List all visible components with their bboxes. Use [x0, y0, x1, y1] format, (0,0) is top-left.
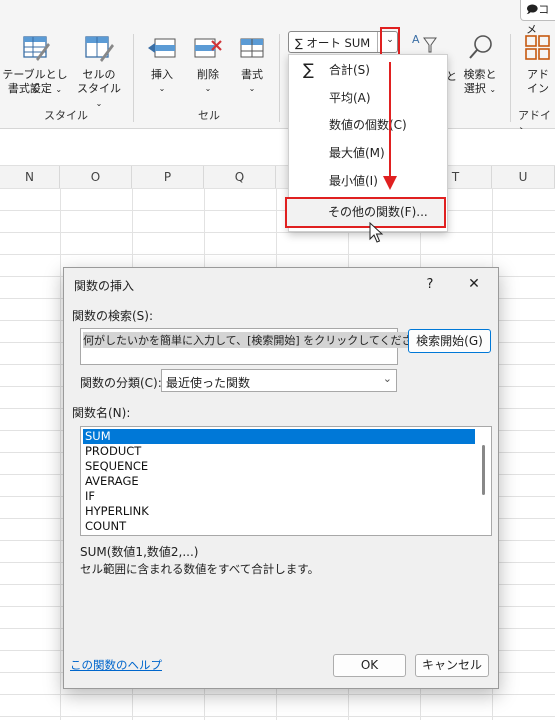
search-icon: [469, 35, 492, 59]
search-input-text: 何がしたいかを簡単に入力して、[検索開始] をクリックしてください。: [83, 332, 435, 348]
function-list[interactable]: SUM PRODUCT SEQUENCE AVERAGE IF HYPERLIN…: [80, 426, 492, 536]
column-header[interactable]: Q: [204, 166, 276, 188]
menu-item-count-numbers[interactable]: 数値の個数(C): [289, 112, 447, 138]
column-header[interactable]: U: [492, 166, 555, 188]
cell-styles-icon: [85, 36, 114, 62]
chevron-down-icon: ⌄: [55, 85, 63, 94]
cell-styles-label-2: スタイル: [77, 82, 121, 95]
menu-item-sum[interactable]: ∑ 合計(S): [289, 57, 447, 83]
insert-cells-icon: [148, 38, 176, 58]
delete-label: 削除: [197, 68, 219, 81]
chevron-down-icon: ⌄: [204, 84, 212, 93]
function-list-label: 関数名(N):: [72, 406, 131, 420]
column-header-row: N O P Q R S T U: [0, 166, 555, 189]
comment-icon: 🗩: [526, 3, 539, 16]
menu-item-min[interactable]: 最小値(I): [289, 168, 447, 194]
function-description: セル範囲に含まれる数値をすべて合計します。: [80, 562, 320, 576]
category-select[interactable]: 最近使った関数 ⌄: [161, 369, 397, 392]
function-list-item[interactable]: SEQUENCE: [83, 459, 475, 474]
help-icon: ?: [426, 277, 434, 292]
search-label: 関数の検索(S):: [72, 309, 154, 323]
function-list-item[interactable]: COUNT: [83, 519, 475, 534]
function-syntax: SUM(数値1,数値2,...): [80, 545, 199, 559]
help-link[interactable]: この関数のヘルプ: [70, 657, 162, 673]
annotation-arrow: [383, 62, 397, 190]
close-button[interactable]: ✕: [460, 273, 488, 295]
insert-function-dialog: 関数の挿入 ? ✕ 関数の検索(S): 何がしたいかを簡単に入力して、[検索開始…: [63, 267, 499, 689]
formula-area: [0, 129, 555, 166]
category-label: 関数の分類(C):: [80, 376, 162, 390]
search-start-button[interactable]: 検索開始(G): [408, 329, 491, 353]
format-cells-icon: [240, 38, 264, 58]
format-cells-button[interactable]: 書式 ⌄: [232, 34, 272, 100]
addins-label: アド: [527, 68, 549, 81]
column-header[interactable]: N: [0, 166, 60, 188]
cells-group-label: セル: [198, 109, 220, 122]
cell-styles-label: セルの: [82, 68, 116, 81]
svg-text:A: A: [412, 33, 420, 46]
function-list-item[interactable]: HYPERLINK: [83, 504, 475, 519]
addins-button[interactable]: アド イン: [518, 34, 555, 100]
ribbon: 🗩コメ テーブルとして 書式設定 ⌄ セルの スタイル ⌄ スタイル 挿入 ⌄ …: [0, 0, 555, 138]
autosum-label: ∑ オート SUM: [295, 36, 371, 50]
addins-icon: [525, 35, 550, 60]
delete-cells-button[interactable]: 削除 ⌄: [188, 34, 228, 100]
table-format-label-2: 書式設定: [7, 82, 52, 95]
dialog-title: 関数の挿入: [74, 279, 135, 293]
menu-item-average[interactable]: 平均(A): [289, 85, 447, 111]
group-divider: [510, 34, 511, 122]
function-list-item[interactable]: IF: [83, 489, 475, 504]
column-header[interactable]: O: [60, 166, 132, 188]
category-value: 最近使った関数: [166, 376, 251, 390]
close-icon: ✕: [468, 276, 480, 292]
function-list-item-selected[interactable]: SUM: [83, 429, 475, 444]
table-format-icon: [23, 36, 50, 61]
group-divider: [133, 34, 134, 122]
chevron-down-icon: ⌄: [382, 372, 392, 385]
delete-cells-icon: [194, 38, 222, 58]
chevron-down-icon: ⌄: [386, 35, 394, 45]
find-select-label: 検索と: [463, 68, 497, 81]
column-header[interactable]: P: [132, 166, 204, 188]
mouse-pointer-icon: [369, 222, 384, 243]
addins-label-2: イン: [527, 82, 549, 95]
menu-item-more-functions[interactable]: その他の関数(F)...: [285, 197, 446, 228]
chevron-down-icon: ⌄: [248, 84, 256, 93]
chevron-down-icon: ⌄: [95, 99, 103, 108]
ok-button[interactable]: OK: [333, 654, 406, 677]
find-select-label-2: 選択: [463, 82, 486, 95]
styles-group-label: スタイル: [44, 109, 88, 122]
insert-cells-button[interactable]: 挿入 ⌄: [142, 34, 182, 100]
find-select-button[interactable]: 検索と 選択 ⌄: [458, 34, 502, 100]
chevron-down-icon: ⌄: [489, 85, 497, 94]
list-scrollbar-thumb[interactable]: [482, 445, 485, 495]
format-label: 書式: [241, 68, 263, 81]
autosum-split-divider: [377, 32, 378, 52]
sigma-icon: ∑: [303, 60, 314, 79]
insert-label: 挿入: [151, 68, 173, 81]
function-list-item[interactable]: AVERAGE: [83, 474, 475, 489]
chevron-down-icon: ⌄: [158, 84, 166, 93]
cell-styles-button[interactable]: セルの スタイル ⌄: [72, 34, 126, 108]
function-search-input[interactable]: 何がしたいかを簡単に入力して、[検索開始] をクリックしてください。: [80, 328, 435, 365]
grid-line: [60, 188, 61, 720]
cancel-button[interactable]: キャンセル: [415, 654, 489, 677]
menu-item-max[interactable]: 最大値(M): [289, 140, 447, 166]
group-divider: [279, 34, 280, 122]
function-list-item[interactable]: PRODUCT: [83, 444, 475, 459]
comment-button[interactable]: 🗩コメ: [520, 0, 555, 36]
format-as-table-button[interactable]: テーブルとして 書式設定 ⌄: [2, 34, 68, 100]
help-button[interactable]: ?: [420, 275, 440, 295]
